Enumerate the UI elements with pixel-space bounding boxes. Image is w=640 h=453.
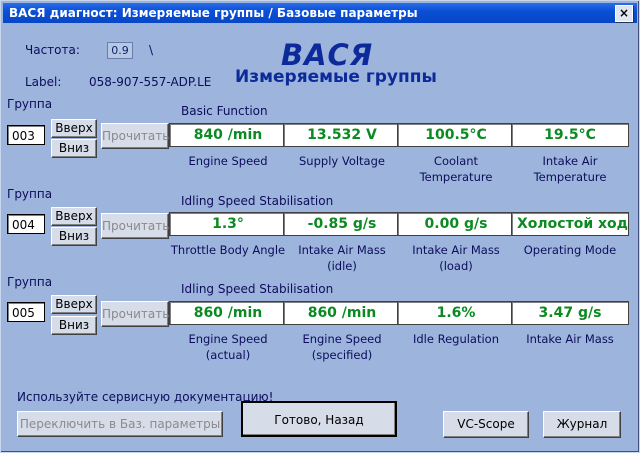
value-caption: Engine Speed: [188, 154, 268, 168]
label-file-name: 058-907-557-ADP.LE: [89, 75, 212, 89]
switch-basic-settings-button[interactable]: Переключить в Баз. параметры: [17, 411, 223, 437]
measured-value: 100.5°C: [397, 123, 515, 147]
read-button[interactable]: Прочитать: [101, 213, 169, 239]
label-key: Label:: [25, 75, 62, 89]
vc-scope-button[interactable]: VC-Scope: [443, 411, 529, 438]
service-doc-note: Используйте сервисную документацию!: [17, 390, 274, 404]
read-button[interactable]: Прочитать: [101, 301, 169, 327]
group-down-button[interactable]: Вниз: [51, 316, 97, 335]
value-caption: Intake Air Mass: [526, 332, 614, 346]
group-number-input[interactable]: 004: [7, 214, 45, 234]
group-label: Группа: [7, 187, 53, 201]
title-bar[interactable]: ВАСЯ диагност: Измеряемые группы / Базов…: [3, 3, 637, 23]
window-title: ВАСЯ диагност: Измеряемые группы / Базов…: [9, 6, 418, 20]
measured-value: -0.85 g/s: [283, 212, 401, 236]
group-number-input[interactable]: 005: [7, 302, 45, 322]
group-section-title: Idling Speed Stabilisation: [181, 194, 334, 208]
group-down-button[interactable]: Вниз: [51, 139, 97, 158]
frequency-label: Частота:: [25, 43, 80, 57]
value-caption: Coolant Temperature: [419, 154, 493, 184]
frequency-value: 0.9: [107, 42, 133, 59]
close-button[interactable]: ×: [615, 5, 633, 22]
measured-value: 0.00 g/s: [397, 212, 515, 236]
measured-value: 3.47 g/s: [511, 301, 629, 325]
measured-value: 13.532 V: [283, 123, 401, 147]
group-up-button[interactable]: Вверх: [51, 207, 97, 226]
measured-value: 19.5°C: [511, 123, 629, 147]
journal-button[interactable]: Журнал: [543, 411, 621, 438]
value-caption: Intake Air Mass (idle): [298, 243, 386, 273]
group-section-title: Basic Function: [181, 104, 268, 118]
group-number-input[interactable]: 003: [7, 125, 45, 145]
group-label: Группа: [7, 97, 53, 111]
group-up-button[interactable]: Вверх: [51, 119, 97, 138]
value-caption: Supply Voltage: [299, 154, 385, 168]
page-title: Измеряемые группы: [235, 67, 437, 87]
value-caption: Intake Air Temperature: [533, 154, 607, 184]
group-up-button[interactable]: Вверх: [51, 295, 97, 314]
read-button[interactable]: Прочитать: [101, 123, 169, 149]
value-caption: Engine Speed (specified): [302, 332, 382, 362]
measured-value: 1.3°: [169, 212, 287, 236]
measured-value: 860 /min: [169, 301, 287, 325]
group-label: Группа: [7, 275, 53, 289]
value-caption: Operating Mode: [523, 243, 617, 257]
measured-value: 840 /min: [169, 123, 287, 147]
done-back-button[interactable]: Готово, Назад: [241, 401, 397, 437]
group-section-title: Idling Speed Stabilisation: [181, 282, 334, 296]
group-down-button[interactable]: Вниз: [51, 227, 97, 246]
activity-indicator: \: [149, 43, 154, 57]
value-caption: Engine Speed (actual): [188, 332, 268, 362]
measured-value: Холостой ход: [511, 212, 629, 236]
value-caption: Intake Air Mass (load): [412, 243, 500, 273]
value-caption: Throttle Body Angle: [170, 243, 286, 257]
main-window: ВАСЯ диагност: Измеряемые группы / Базов…: [0, 0, 640, 453]
measured-value: 860 /min: [283, 301, 401, 325]
value-caption: Idle Regulation: [412, 332, 500, 346]
measured-value: 1.6%: [397, 301, 515, 325]
